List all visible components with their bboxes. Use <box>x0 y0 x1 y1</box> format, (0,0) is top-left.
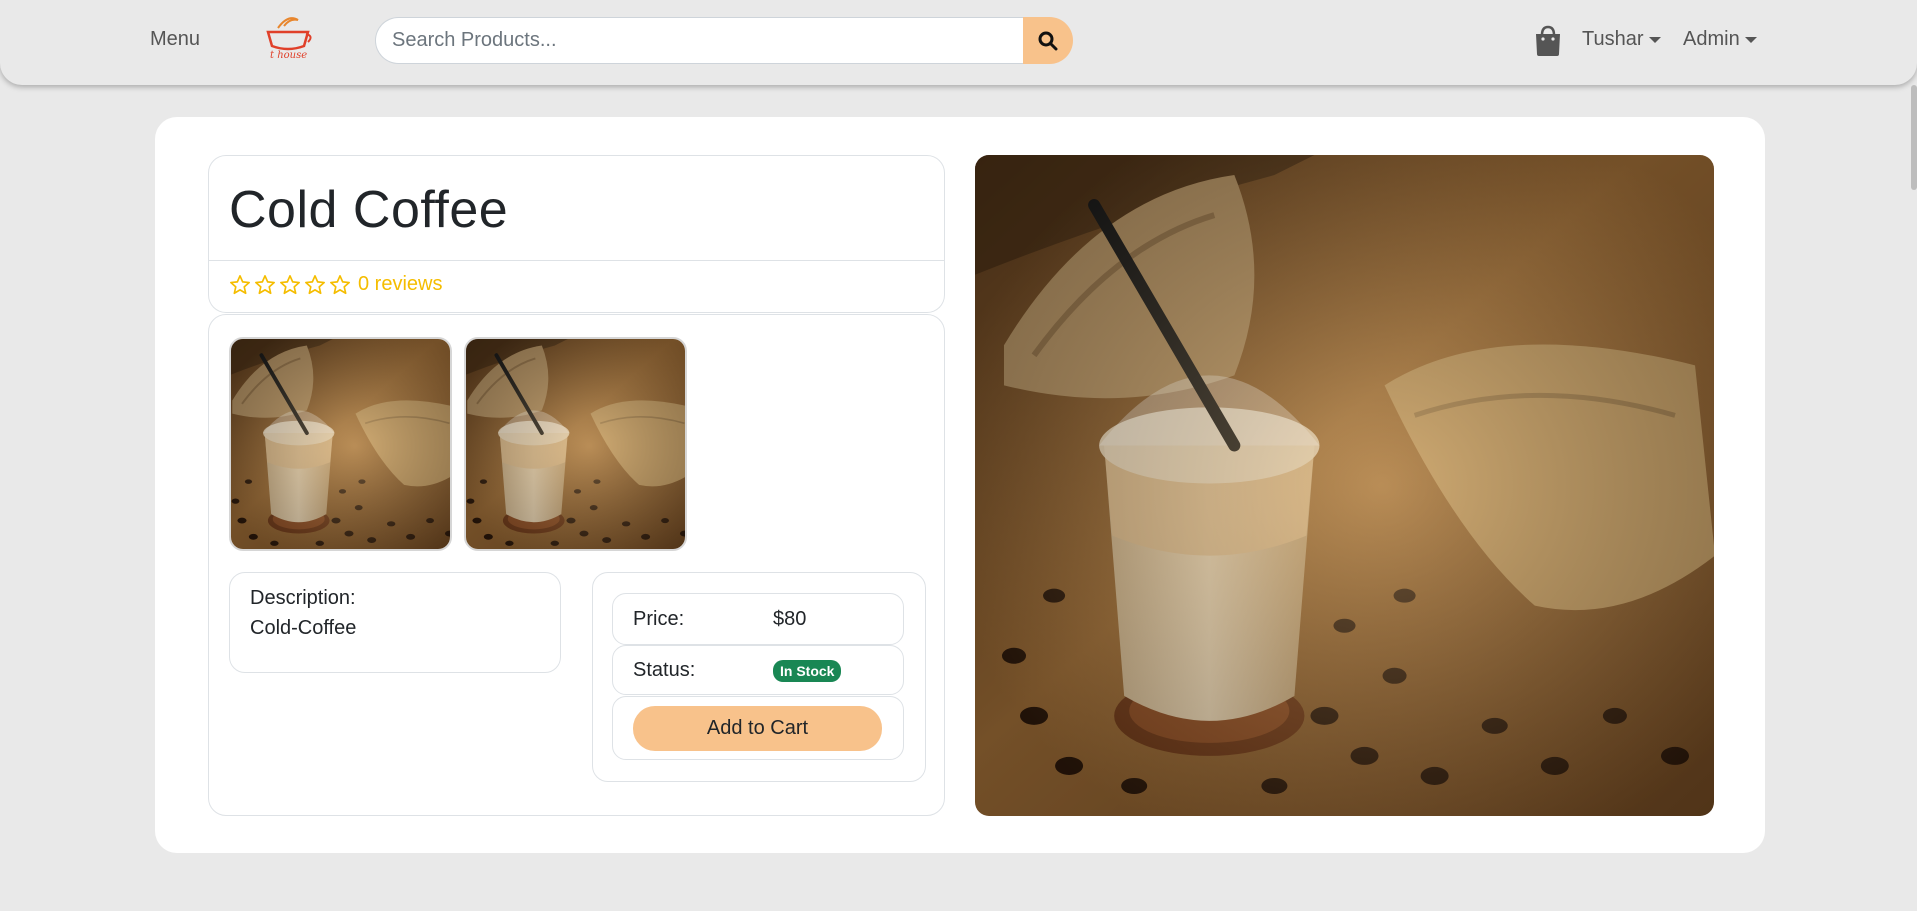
reviews-count: 0 reviews <box>358 273 443 295</box>
star-outline-icon <box>330 274 350 294</box>
status-row: Status: In Stock <box>612 645 904 695</box>
star-outline-icon <box>280 274 300 294</box>
navbar: Menu t house Tushar Admin <box>0 0 1917 85</box>
title-section: Cold Coffee <box>208 155 945 261</box>
star-rating <box>229 274 351 296</box>
description-label: Description: <box>250 587 356 609</box>
product-card: Cold Coffee 0 reviews Description: Cold-… <box>155 117 1765 853</box>
brand-logo[interactable]: t house <box>260 12 316 64</box>
search-input[interactable] <box>375 17 1023 64</box>
product-thumbnail[interactable] <box>229 337 452 551</box>
admin-dropdown-label: Admin <box>1683 28 1740 50</box>
gallery-section: Description: Cold-Coffee Price: $80 Stat… <box>208 314 945 816</box>
price-value: $80 <box>773 608 807 630</box>
add-to-cart-row: Add to Cart <box>612 696 904 760</box>
product-thumbnail[interactable] <box>464 337 687 551</box>
product-main-image <box>975 155 1714 816</box>
star-outline-icon <box>255 274 275 294</box>
user-dropdown-label: Tushar <box>1582 28 1644 50</box>
menu-link[interactable]: Menu <box>150 28 200 51</box>
status-label: Status: <box>633 659 696 681</box>
description-value: Cold-Coffee <box>250 617 357 639</box>
description-box: Description: Cold-Coffee <box>229 572 561 673</box>
search-icon <box>1038 31 1058 50</box>
admin-dropdown[interactable]: Admin <box>1683 28 1757 51</box>
search-bar <box>375 17 1073 64</box>
add-to-cart-button[interactable]: Add to Cart <box>633 706 882 751</box>
chevron-down-icon <box>1744 36 1757 43</box>
search-button[interactable] <box>1023 17 1073 64</box>
user-dropdown[interactable]: Tushar <box>1582 28 1661 51</box>
price-row: Price: $80 <box>612 593 904 645</box>
star-outline-icon <box>305 274 325 294</box>
product-rating: 0 reviews <box>229 273 442 296</box>
svg-text:t house: t house <box>270 50 307 61</box>
status-badge: In Stock <box>773 660 842 682</box>
shopping-bag-icon[interactable] <box>1533 25 1563 57</box>
star-outline-icon <box>230 274 250 294</box>
page-scrollbar[interactable] <box>1911 85 1917 190</box>
product-title: Cold Coffee <box>229 181 509 239</box>
rating-section: 0 reviews <box>208 261 945 313</box>
chevron-down-icon <box>1648 36 1661 43</box>
price-label: Price: <box>633 608 685 630</box>
purchase-box: Price: $80 Status: In Stock Add to Cart <box>592 572 926 782</box>
